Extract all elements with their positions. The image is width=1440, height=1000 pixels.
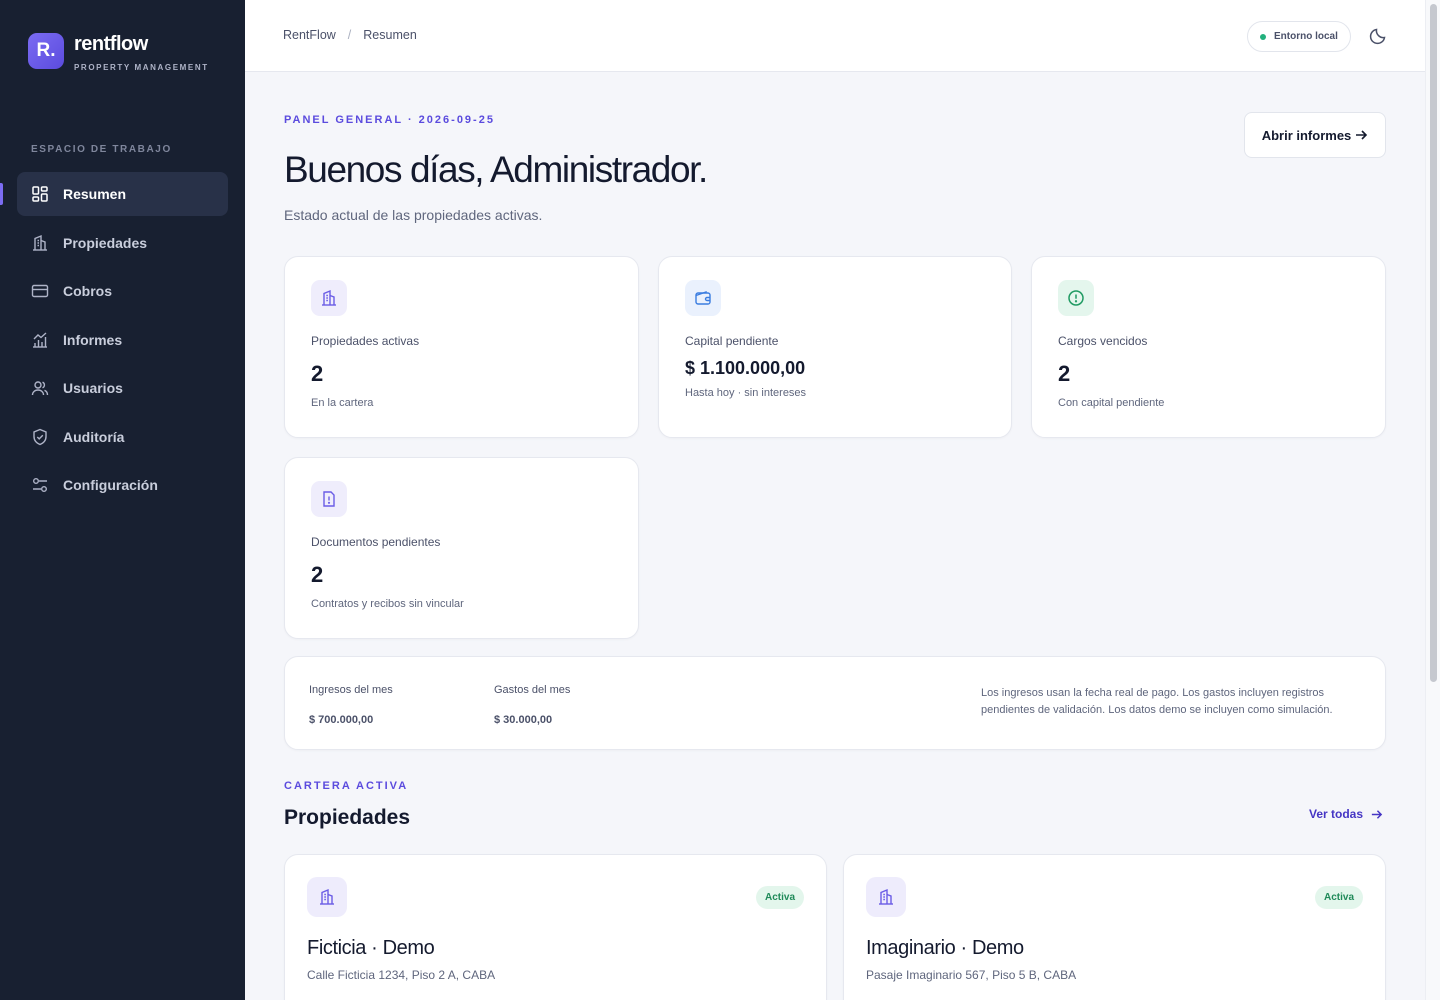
page-subtitle: Estado actual de las propiedades activas… bbox=[284, 207, 543, 223]
breadcrumb-current: Resumen bbox=[363, 28, 417, 42]
moon-icon[interactable] bbox=[1369, 27, 1387, 45]
brand-name: rentflow bbox=[74, 33, 148, 55]
stat-card-propiedades[interactable]: Propiedades activas 2 En la cartera bbox=[284, 256, 639, 438]
status-badge: Activa bbox=[1314, 886, 1363, 909]
stat-note: Con capital pendiente bbox=[1058, 397, 1165, 409]
stat-card-cargos-vencidos[interactable]: Cargos vencidos 2 Con capital pendiente bbox=[1031, 256, 1386, 438]
stat-card-capital[interactable]: Capital pendiente $ 1.100.000,00 Hasta h… bbox=[658, 256, 1012, 438]
stat-label: Cargos vencidos bbox=[1058, 334, 1148, 348]
dashboard-icon bbox=[31, 185, 49, 203]
stat-label: Capital pendiente bbox=[685, 334, 779, 348]
stat-card-documentos[interactable]: Documentos pendientes 2 Contratos y reci… bbox=[284, 457, 639, 639]
property-name: Ficticia · Demo bbox=[307, 937, 435, 959]
stat-value: 2 bbox=[311, 361, 324, 386]
sidebar-item-configuracion[interactable]: Configuración bbox=[17, 463, 228, 507]
brand-subtitle: PROPERTY MANAGEMENT bbox=[74, 63, 209, 72]
brand-logo: R. bbox=[28, 33, 64, 69]
property-name: Imaginario · Demo bbox=[866, 937, 1024, 959]
active-nav-indicator bbox=[0, 183, 3, 205]
building-icon bbox=[866, 877, 906, 917]
sidebar-item-informes[interactable]: Informes bbox=[17, 318, 228, 362]
sidebar-item-label: Propiedades bbox=[63, 234, 148, 251]
chart-icon bbox=[31, 331, 49, 349]
sliders-icon bbox=[31, 476, 49, 494]
sidebar-item-label: Cobros bbox=[63, 283, 112, 299]
dashboard-eyebrow: PANEL GENERAL · 2026-09-25 bbox=[284, 114, 495, 126]
wallet-icon bbox=[685, 280, 721, 316]
environment-badge: Entorno local bbox=[1247, 21, 1351, 52]
finance-note: Los ingresos usan la fecha real de pago.… bbox=[981, 687, 1333, 716]
sidebar-item-label: Resumen bbox=[63, 186, 127, 202]
environment-label: Entorno local bbox=[1274, 31, 1338, 42]
stat-value: $ 1.100.000,00 bbox=[685, 358, 806, 378]
property-address: Calle Ficticia 1234, Piso 2 A, CABA bbox=[307, 968, 496, 982]
sidebar-item-resumen[interactable]: Resumen bbox=[17, 172, 228, 216]
sidebar-item-auditoria[interactable]: Auditoría bbox=[17, 415, 228, 459]
property-card[interactable]: Activa Imaginario · Demo Pasaje Imaginar… bbox=[843, 854, 1386, 1000]
scrollbar-thumb[interactable] bbox=[1430, 4, 1437, 682]
page-title: Buenos días, Administrador. bbox=[284, 149, 708, 190]
stat-note: Contratos y recibos sin vincular bbox=[311, 598, 464, 610]
sidebar-item-label: Informes bbox=[63, 331, 123, 348]
property-card[interactable]: Activa Ficticia · Demo Calle Ficticia 12… bbox=[284, 854, 827, 1000]
income-label: Ingresos del mes bbox=[309, 684, 393, 696]
expenses-value: $ 30.000,00 bbox=[494, 714, 553, 726]
view-all-link[interactable]: Ver todas bbox=[1309, 807, 1383, 821]
sidebar-item-propiedades[interactable]: Propiedades bbox=[17, 221, 228, 265]
status-dot bbox=[1260, 33, 1266, 40]
breadcrumb-root[interactable]: RentFlow bbox=[283, 28, 336, 42]
sidebar-item-usuarios[interactable]: Usuarios bbox=[17, 366, 228, 410]
stat-note: Hasta hoy · sin intereses bbox=[685, 387, 807, 399]
sidebar-item-label: Auditoría bbox=[63, 428, 125, 445]
sidebar: R. rentflow PROPERTY MANAGEMENT ESPACIO … bbox=[0, 0, 245, 1000]
breadcrumb-separator: / bbox=[347, 28, 352, 42]
stat-label: Documentos pendientes bbox=[311, 535, 441, 549]
building-icon bbox=[31, 234, 49, 252]
sidebar-item-label: Configuración bbox=[63, 477, 158, 493]
building-icon bbox=[311, 280, 347, 316]
workspace-label: ESPACIO DE TRABAJO bbox=[31, 144, 172, 155]
file-alert-icon bbox=[311, 481, 347, 517]
credit-card-icon bbox=[31, 282, 49, 300]
status-badge: Activa bbox=[755, 886, 804, 909]
monthly-finance-card: Ingresos del mes $ 700.000,00 Gastos del… bbox=[284, 656, 1386, 750]
stat-value: 2 bbox=[1058, 361, 1071, 386]
open-reports-label: Abrir informes bbox=[1261, 127, 1352, 143]
stat-label: Propiedades activas bbox=[311, 334, 420, 348]
arrow-right-icon bbox=[1371, 809, 1383, 819]
users-icon bbox=[31, 379, 49, 397]
stat-note: En la cartera bbox=[311, 397, 374, 409]
portfolio-eyebrow: CARTERA ACTIVA bbox=[284, 780, 409, 792]
arrow-right-icon bbox=[1356, 130, 1368, 140]
scrollbar[interactable] bbox=[1425, 0, 1440, 1000]
income-value: $ 700.000,00 bbox=[309, 714, 374, 726]
view-all-label: Ver todas bbox=[1309, 807, 1364, 821]
stat-value: 2 bbox=[311, 562, 324, 587]
property-address: Pasaje Imaginario 567, Piso 5 B, CABA bbox=[866, 968, 1077, 982]
section-title: Propiedades bbox=[284, 806, 411, 829]
building-icon bbox=[307, 877, 347, 917]
breadcrumb: RentFlow / Resumen bbox=[283, 28, 417, 42]
topbar: RentFlow / Resumen Entorno local bbox=[245, 0, 1425, 72]
sidebar-item-cobros[interactable]: Cobros bbox=[17, 269, 228, 313]
open-reports-button[interactable]: Abrir informes bbox=[1244, 112, 1386, 158]
alert-circle-icon bbox=[1058, 280, 1094, 316]
sidebar-nav: Resumen Propiedades Cobros Informes Usua… bbox=[17, 172, 228, 512]
shield-icon bbox=[31, 428, 49, 446]
expenses-label: Gastos del mes bbox=[494, 684, 571, 696]
sidebar-item-label: Usuarios bbox=[63, 380, 123, 396]
brand[interactable]: R. rentflow PROPERTY MANAGEMENT bbox=[28, 33, 209, 72]
